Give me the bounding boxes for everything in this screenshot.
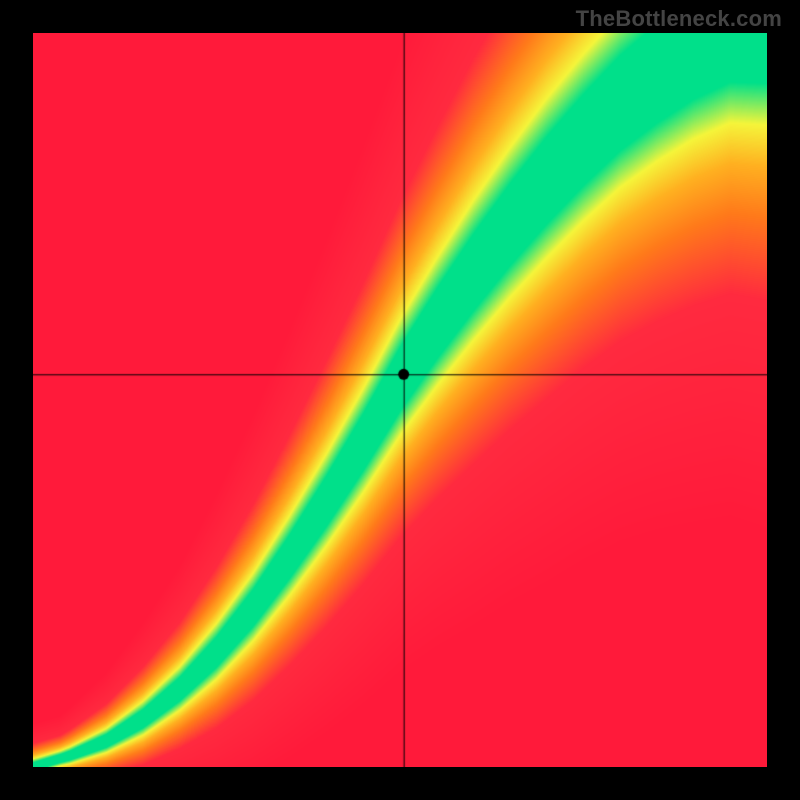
heatmap-canvas bbox=[33, 33, 767, 767]
watermark-text: TheBottleneck.com bbox=[576, 6, 782, 32]
chart-frame: TheBottleneck.com bbox=[0, 0, 800, 800]
